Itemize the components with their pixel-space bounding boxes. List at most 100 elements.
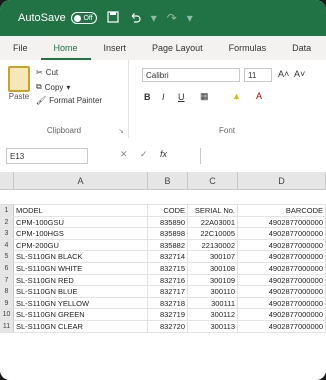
fill-color-icon[interactable]: ▲ <box>232 91 241 101</box>
chevron-down-icon[interactable]: ▾ <box>151 11 157 25</box>
italic-button[interactable]: I <box>162 92 165 102</box>
column-header-c[interactable]: C <box>188 172 238 190</box>
cell-code[interactable]: 832718 <box>148 297 188 309</box>
cell-barcode[interactable]: 4902877000000 <box>238 228 326 239</box>
cell-serial[interactable]: 300111 <box>188 297 238 309</box>
cell-barcode[interactable]: 4902877000000 <box>238 239 326 251</box>
increase-font-button[interactable]: A˄ <box>278 69 289 79</box>
cut-button[interactable]: ✂ Cut <box>36 68 58 77</box>
cell-model[interactable]: SL-S110GN CLEAR <box>14 321 148 332</box>
chevron-down-icon: ▾ <box>66 82 71 92</box>
row-header[interactable]: 10 <box>0 309 14 320</box>
formula-input[interactable] <box>200 148 326 164</box>
bold-button[interactable]: B <box>144 92 151 102</box>
row-header[interactable]: 8 <box>0 286 14 297</box>
cell-barcode[interactable]: BARCODE <box>238 205 326 216</box>
tab-formulas[interactable]: Formulas <box>216 36 280 60</box>
cell-barcode[interactable]: 4902877000000 <box>238 274 326 286</box>
cell-code[interactable]: 832714 <box>148 251 188 262</box>
cell-code[interactable]: 835898 <box>148 228 188 239</box>
spreadsheet-grid: A B C D 1 MODEL CODE SERIAL No. BARCODE 2 CPM-… <box>0 172 326 380</box>
cell-model[interactable]: CPM-200GU <box>14 239 148 251</box>
cell-barcode[interactable]: 4902877000000 <box>238 286 326 297</box>
cell-barcode[interactable]: 4902877000000 <box>238 321 326 332</box>
cell-serial[interactable]: 300110 <box>188 286 238 297</box>
column-header-d[interactable]: D <box>238 172 326 190</box>
cell-barcode[interactable]: 4902877000000 <box>238 309 326 320</box>
cell-serial[interactable]: 22A03001 <box>188 216 238 228</box>
enter-icon[interactable]: ✓ <box>140 149 148 160</box>
cell-serial[interactable]: 300109 <box>188 274 238 286</box>
cell-code[interactable]: 832716 <box>148 274 188 286</box>
cell-model[interactable]: CPM-100GSU <box>14 216 148 228</box>
cell-barcode[interactable]: 4902877000000 <box>238 216 326 228</box>
decrease-font-button[interactable]: A˅ <box>294 69 305 79</box>
autosave-control[interactable]: AutoSave Off <box>18 12 97 24</box>
redo-icon[interactable]: ↷ <box>167 11 177 25</box>
borders-icon[interactable]: ▦ <box>200 91 209 102</box>
cell-barcode[interactable]: 4902877000000 <box>238 297 326 309</box>
row-header[interactable]: 7 <box>0 274 14 286</box>
tab-data[interactable]: Data <box>279 36 324 60</box>
cell-code[interactable]: CODE <box>148 205 188 216</box>
dialog-launcher-icon[interactable]: ↘ <box>118 127 124 135</box>
clipboard-group-label: Clipboard <box>46 126 82 135</box>
cell-model[interactable]: CPM-100HGS <box>14 228 148 239</box>
tab-file[interactable]: File <box>0 36 41 60</box>
cell-model[interactable]: SL-S110GN WHITE <box>14 263 148 274</box>
cell-model[interactable]: SL-S110GN BLACK <box>14 251 148 262</box>
row-header[interactable]: 2 <box>0 216 14 228</box>
autosave-toggle[interactable]: Off <box>70 12 97 24</box>
paintbrush-icon: 🖌 <box>36 96 47 105</box>
cell-serial[interactable]: 300113 <box>188 321 238 332</box>
font-size-select[interactable]: 11 <box>244 68 272 82</box>
cell-model[interactable]: SL-S110GN BLUE <box>14 286 148 297</box>
cell-model[interactable]: SL-S110GN GREEN <box>14 309 148 320</box>
cell-serial[interactable]: 300112 <box>188 309 238 320</box>
column-header-b[interactable]: B <box>148 172 188 190</box>
underline-button[interactable]: U <box>178 92 185 102</box>
tab-insert[interactable]: Insert <box>91 36 140 60</box>
cell-code[interactable]: 832719 <box>148 309 188 320</box>
cell-barcode[interactable]: 4902877000000 <box>238 263 326 274</box>
cell-code[interactable]: 832717 <box>148 286 188 297</box>
cell-model[interactable]: SL-S110GN YELLOW <box>14 297 148 309</box>
cell-model[interactable]: SL-S110GN RED <box>14 274 148 286</box>
cell-serial[interactable]: SERIAL No. <box>188 205 238 216</box>
cell-code[interactable]: 835882 <box>148 239 188 251</box>
cell-code[interactable]: 832720 <box>148 321 188 332</box>
cell-serial[interactable]: 300107 <box>188 251 238 262</box>
select-all-corner[interactable] <box>0 172 14 190</box>
font-color-icon[interactable]: A <box>256 91 262 101</box>
customize-toolbar-icon[interactable]: ▾ <box>187 11 193 25</box>
name-box[interactable]: E13 <box>6 148 88 164</box>
row-header[interactable]: 11 <box>0 321 14 332</box>
cell-serial[interactable]: 300108 <box>188 263 238 274</box>
font-name-select[interactable]: Calibri <box>142 68 240 82</box>
table-row: 11 SL-S110GN CLEAR 832720 300113 49028770000… <box>0 321 326 333</box>
excel-window: AutoSave Off ▾ ↷ ▾ File Home Insert Page… <box>0 0 326 380</box>
tab-page-layout[interactable]: Page Layout <box>139 36 216 60</box>
cell-serial[interactable]: 22130002 <box>188 239 238 251</box>
save-icon[interactable] <box>107 10 119 26</box>
insert-function-button[interactable]: fx <box>160 149 167 159</box>
table-row: 6 SL-S110GN WHITE 832715 300108 490287700000… <box>0 263 326 275</box>
undo-icon[interactable] <box>129 11 141 26</box>
cell-serial[interactable]: 22C10005 <box>188 228 238 239</box>
row-header[interactable]: 5 <box>0 251 14 262</box>
format-painter-button[interactable]: 🖌 Format Painter <box>36 96 102 105</box>
paste-button[interactable]: Paste <box>6 66 32 110</box>
row-header[interactable]: 6 <box>0 263 14 274</box>
tab-home[interactable]: Home <box>40 36 91 60</box>
column-header-a[interactable]: A <box>14 172 148 190</box>
cell-code[interactable]: 835890 <box>148 216 188 228</box>
row-header[interactable]: 4 <box>0 239 14 251</box>
row-header[interactable]: 1 <box>0 205 14 216</box>
cell-barcode[interactable]: 4902877000000 <box>238 251 326 262</box>
copy-button[interactable]: ⧉ Copy ▾ <box>36 82 70 92</box>
row-header[interactable]: 3 <box>0 228 14 239</box>
cell-model[interactable]: MODEL <box>14 205 148 216</box>
cancel-icon[interactable]: ✕ <box>120 149 128 160</box>
cell-code[interactable]: 832715 <box>148 263 188 274</box>
row-header[interactable]: 9 <box>0 297 14 309</box>
